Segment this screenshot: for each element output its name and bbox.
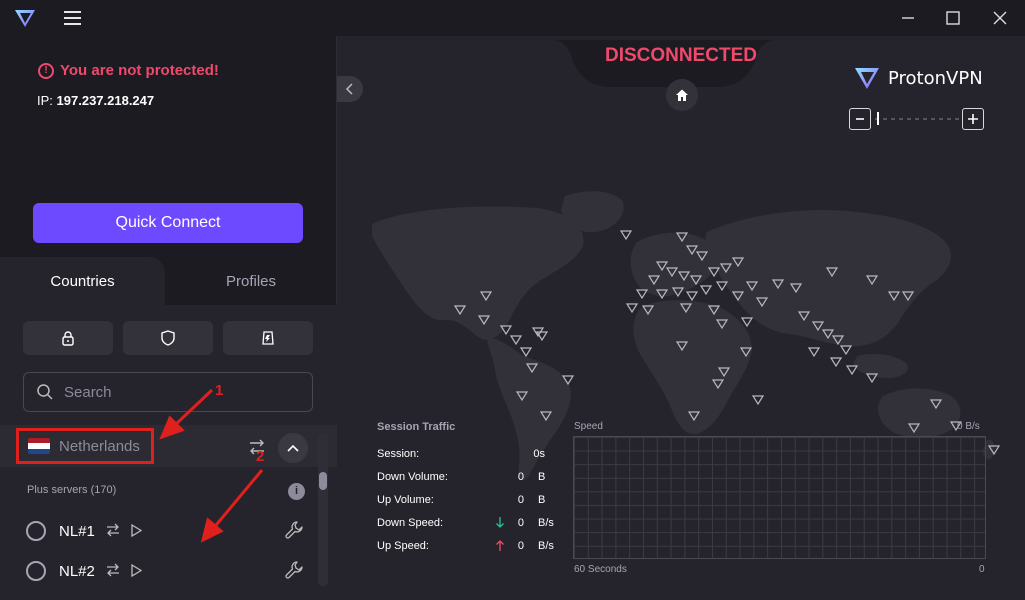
netherlands-highlight: Netherlands <box>16 428 154 464</box>
lock-icon <box>62 331 74 346</box>
speed-graph-time-label: 60 Seconds <box>574 564 627 575</box>
zoom-in-button[interactable] <box>962 108 984 130</box>
proton-vpn-logo-icon <box>855 68 879 89</box>
connect-radio[interactable] <box>26 561 46 581</box>
server-name: NL#2 <box>59 563 95 580</box>
close-icon[interactable] <box>989 8 1011 28</box>
wrench-icon[interactable] <box>284 520 304 540</box>
up-volume-value: 0 <box>517 494 524 506</box>
server-row-nl1[interactable]: NL#1 <box>0 512 320 550</box>
streaming-icon <box>131 564 142 577</box>
sidebar: ! You are not protected! IP: 197.237.218… <box>0 36 337 600</box>
info-icon[interactable]: i <box>288 483 305 500</box>
up-speed-label: Up Speed: <box>377 540 429 552</box>
down-speed-label: Down Speed: <box>377 517 444 529</box>
up-volume-unit: B <box>538 494 546 506</box>
chevron-up-icon <box>287 444 299 452</box>
zoom-out-button[interactable] <box>849 108 871 130</box>
proton-vpn-window: ! You are not protected! IP: 197.237.218… <box>0 0 1025 600</box>
up-speed-unit: B/s <box>538 540 554 552</box>
ip-address: IP: 197.237.218.247 <box>37 93 154 108</box>
down-volume-value: 0 <box>517 471 524 483</box>
ip-label: IP: <box>37 93 53 108</box>
scrollbar-track[interactable] <box>318 434 328 586</box>
protection-warning: ! You are not protected! <box>38 62 219 79</box>
annotation-marker-2: 2 <box>256 448 265 465</box>
speed-graph <box>573 436 986 559</box>
session-label: Session: <box>377 448 420 460</box>
warning-text: You are not protected! <box>60 62 219 79</box>
maximize-icon[interactable] <box>942 8 964 28</box>
connect-radio[interactable] <box>26 521 46 541</box>
warning-icon: ! <box>38 62 54 79</box>
quick-connect-button[interactable]: Quick Connect <box>33 203 303 243</box>
plus-icon <box>968 114 978 124</box>
search-icon <box>37 384 53 400</box>
server-row-nl2[interactable]: NL#2 <box>0 552 320 590</box>
session-traffic-title: Session Traffic <box>377 421 456 433</box>
zoom-slider-track[interactable] <box>875 118 959 120</box>
annotation-marker-1: 1 <box>215 382 224 399</box>
up-volume-label: Up Volume: <box>377 494 434 506</box>
server-name: NL#1 <box>59 523 95 540</box>
scrollbar-thumb[interactable] <box>319 472 327 490</box>
collapse-sidebar-button[interactable] <box>337 76 363 102</box>
wrench-icon[interactable] <box>284 560 304 580</box>
map-area: DISCONNECTED ProtonVPN Session Traffic S… <box>337 36 1025 600</box>
session-value: 0s <box>533 448 545 460</box>
chevron-left-icon <box>345 83 353 95</box>
streaming-icon <box>131 524 142 537</box>
down-speed-unit: B/s <box>538 517 554 529</box>
netshield-filter-button[interactable] <box>123 321 213 355</box>
zoom-slider-knob[interactable] <box>877 112 879 125</box>
down-volume-label: Down Volume: <box>377 471 448 483</box>
plus-servers-header: Plus servers (170) <box>27 484 117 496</box>
proton-vpn-brand: ProtonVPN <box>854 66 983 90</box>
title-bar <box>0 0 1025 36</box>
secure-core-filter-button[interactable] <box>23 321 113 355</box>
speed-graph-label: Speed <box>574 421 603 432</box>
home-icon <box>676 89 688 101</box>
switch-icon <box>107 523 119 537</box>
tab-profiles[interactable]: Profiles <box>165 257 337 306</box>
tab-countries[interactable]: Countries <box>0 257 165 306</box>
menu-icon[interactable] <box>64 11 81 25</box>
down-speed-value: 0 <box>517 517 524 529</box>
switch-icon <box>107 563 119 577</box>
up-speed-value: 0 <box>517 540 524 552</box>
speed-graph-value: 0 B/s <box>957 421 980 432</box>
connection-status: DISCONNECTED <box>604 45 757 66</box>
minus-icon <box>856 118 864 120</box>
country-name: Netherlands <box>59 437 140 455</box>
minimize-icon[interactable] <box>897 8 919 28</box>
brand-name-b: VPN <box>946 67 983 89</box>
brand-name-a: Proton <box>888 67 947 89</box>
ip-value: 197.237.218.247 <box>56 93 155 108</box>
search-input[interactable] <box>64 383 284 401</box>
brand-text: ProtonVPN <box>888 68 983 89</box>
p2p-icon <box>262 331 274 345</box>
collapse-country-button[interactable] <box>278 433 308 463</box>
down-volume-unit: B <box>538 471 546 483</box>
search-box[interactable] <box>23 372 313 412</box>
proton-logo-icon <box>15 10 35 27</box>
home-button[interactable] <box>666 79 698 111</box>
speed-graph-zero-label: 0 <box>979 564 985 575</box>
p2p-filter-button[interactable] <box>223 321 313 355</box>
netherlands-flag-icon <box>28 438 50 454</box>
shield-icon <box>161 330 175 346</box>
